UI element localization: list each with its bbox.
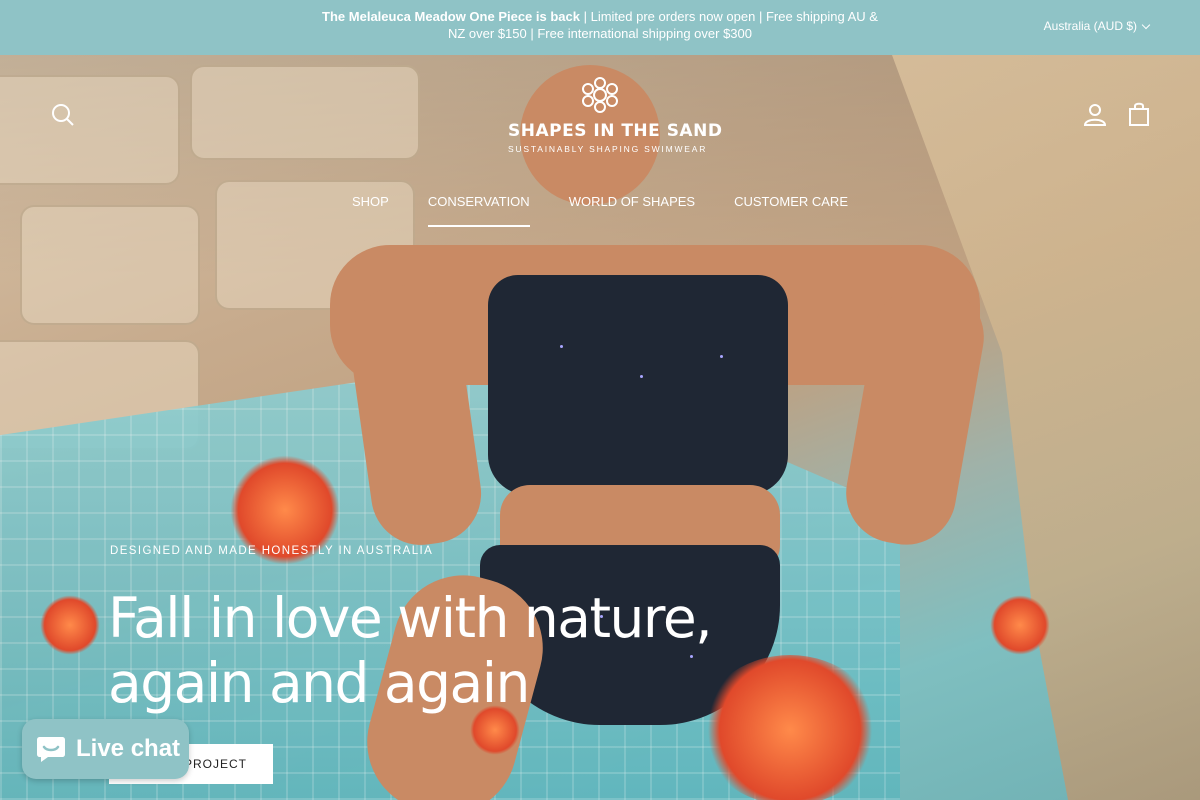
announcement-bold: The Melaleuca Meadow One Piece is back xyxy=(322,9,580,24)
live-chat-button[interactable]: Live chat xyxy=(22,719,189,779)
cart-button[interactable] xyxy=(1126,101,1152,127)
logo-tagline: SUSTAINABLY SHAPING SWIMWEAR xyxy=(508,144,708,154)
hero-eyebrow: DESIGNED AND MADE HONESTLY IN AUSTRALIA xyxy=(110,545,434,557)
bag-icon xyxy=(1129,102,1149,126)
stone-wall xyxy=(190,65,420,160)
floral-dot xyxy=(640,375,643,378)
stone-wall xyxy=(0,75,180,185)
main-nav: SHOP CONSERVATION WORLD OF SHAPES CUSTOM… xyxy=(0,194,1200,227)
chat-icon xyxy=(37,737,65,762)
hero-headline-line1: Fall in love with nature, xyxy=(108,586,713,650)
currency-selector[interactable]: Australia (AUD $) xyxy=(1043,19,1151,33)
floral-dot xyxy=(720,355,723,358)
gum-blossom xyxy=(700,655,880,800)
announcement-text[interactable]: The Melaleuca Meadow One Piece is back |… xyxy=(320,8,880,42)
hero-headline: Fall in love with nature, again and agai… xyxy=(108,586,713,716)
search-icon xyxy=(52,104,74,126)
account-icon xyxy=(1083,104,1107,126)
currency-label: Australia (AUD $) xyxy=(1043,19,1137,33)
gum-blossom xyxy=(40,595,100,655)
gum-blossom xyxy=(990,595,1050,655)
nav-item-shop[interactable]: SHOP xyxy=(352,194,389,227)
nav-item-world-of-shapes[interactable]: WORLD OF SHAPES xyxy=(569,194,695,227)
announcement-bar: The Melaleuca Meadow One Piece is back |… xyxy=(0,0,1200,55)
chevron-down-icon xyxy=(1141,20,1151,29)
nav-item-conservation[interactable]: CONSERVATION xyxy=(427,194,530,227)
account-button[interactable] xyxy=(1082,102,1108,128)
nav-item-customer-care[interactable]: CUSTOMER CARE xyxy=(734,194,848,227)
logo-title: SHAPES IN THE SAND xyxy=(508,121,723,141)
live-chat-label: Live chat xyxy=(76,735,181,762)
swim-top xyxy=(488,275,788,495)
floral-dot xyxy=(560,345,563,348)
hero-headline-line2: again and again xyxy=(108,651,530,715)
flower-logo-icon xyxy=(582,77,618,113)
site-logo[interactable]: SHAPES IN THE SAND SUSTAINABLY SHAPING S… xyxy=(508,76,723,154)
search-button[interactable] xyxy=(50,102,76,128)
